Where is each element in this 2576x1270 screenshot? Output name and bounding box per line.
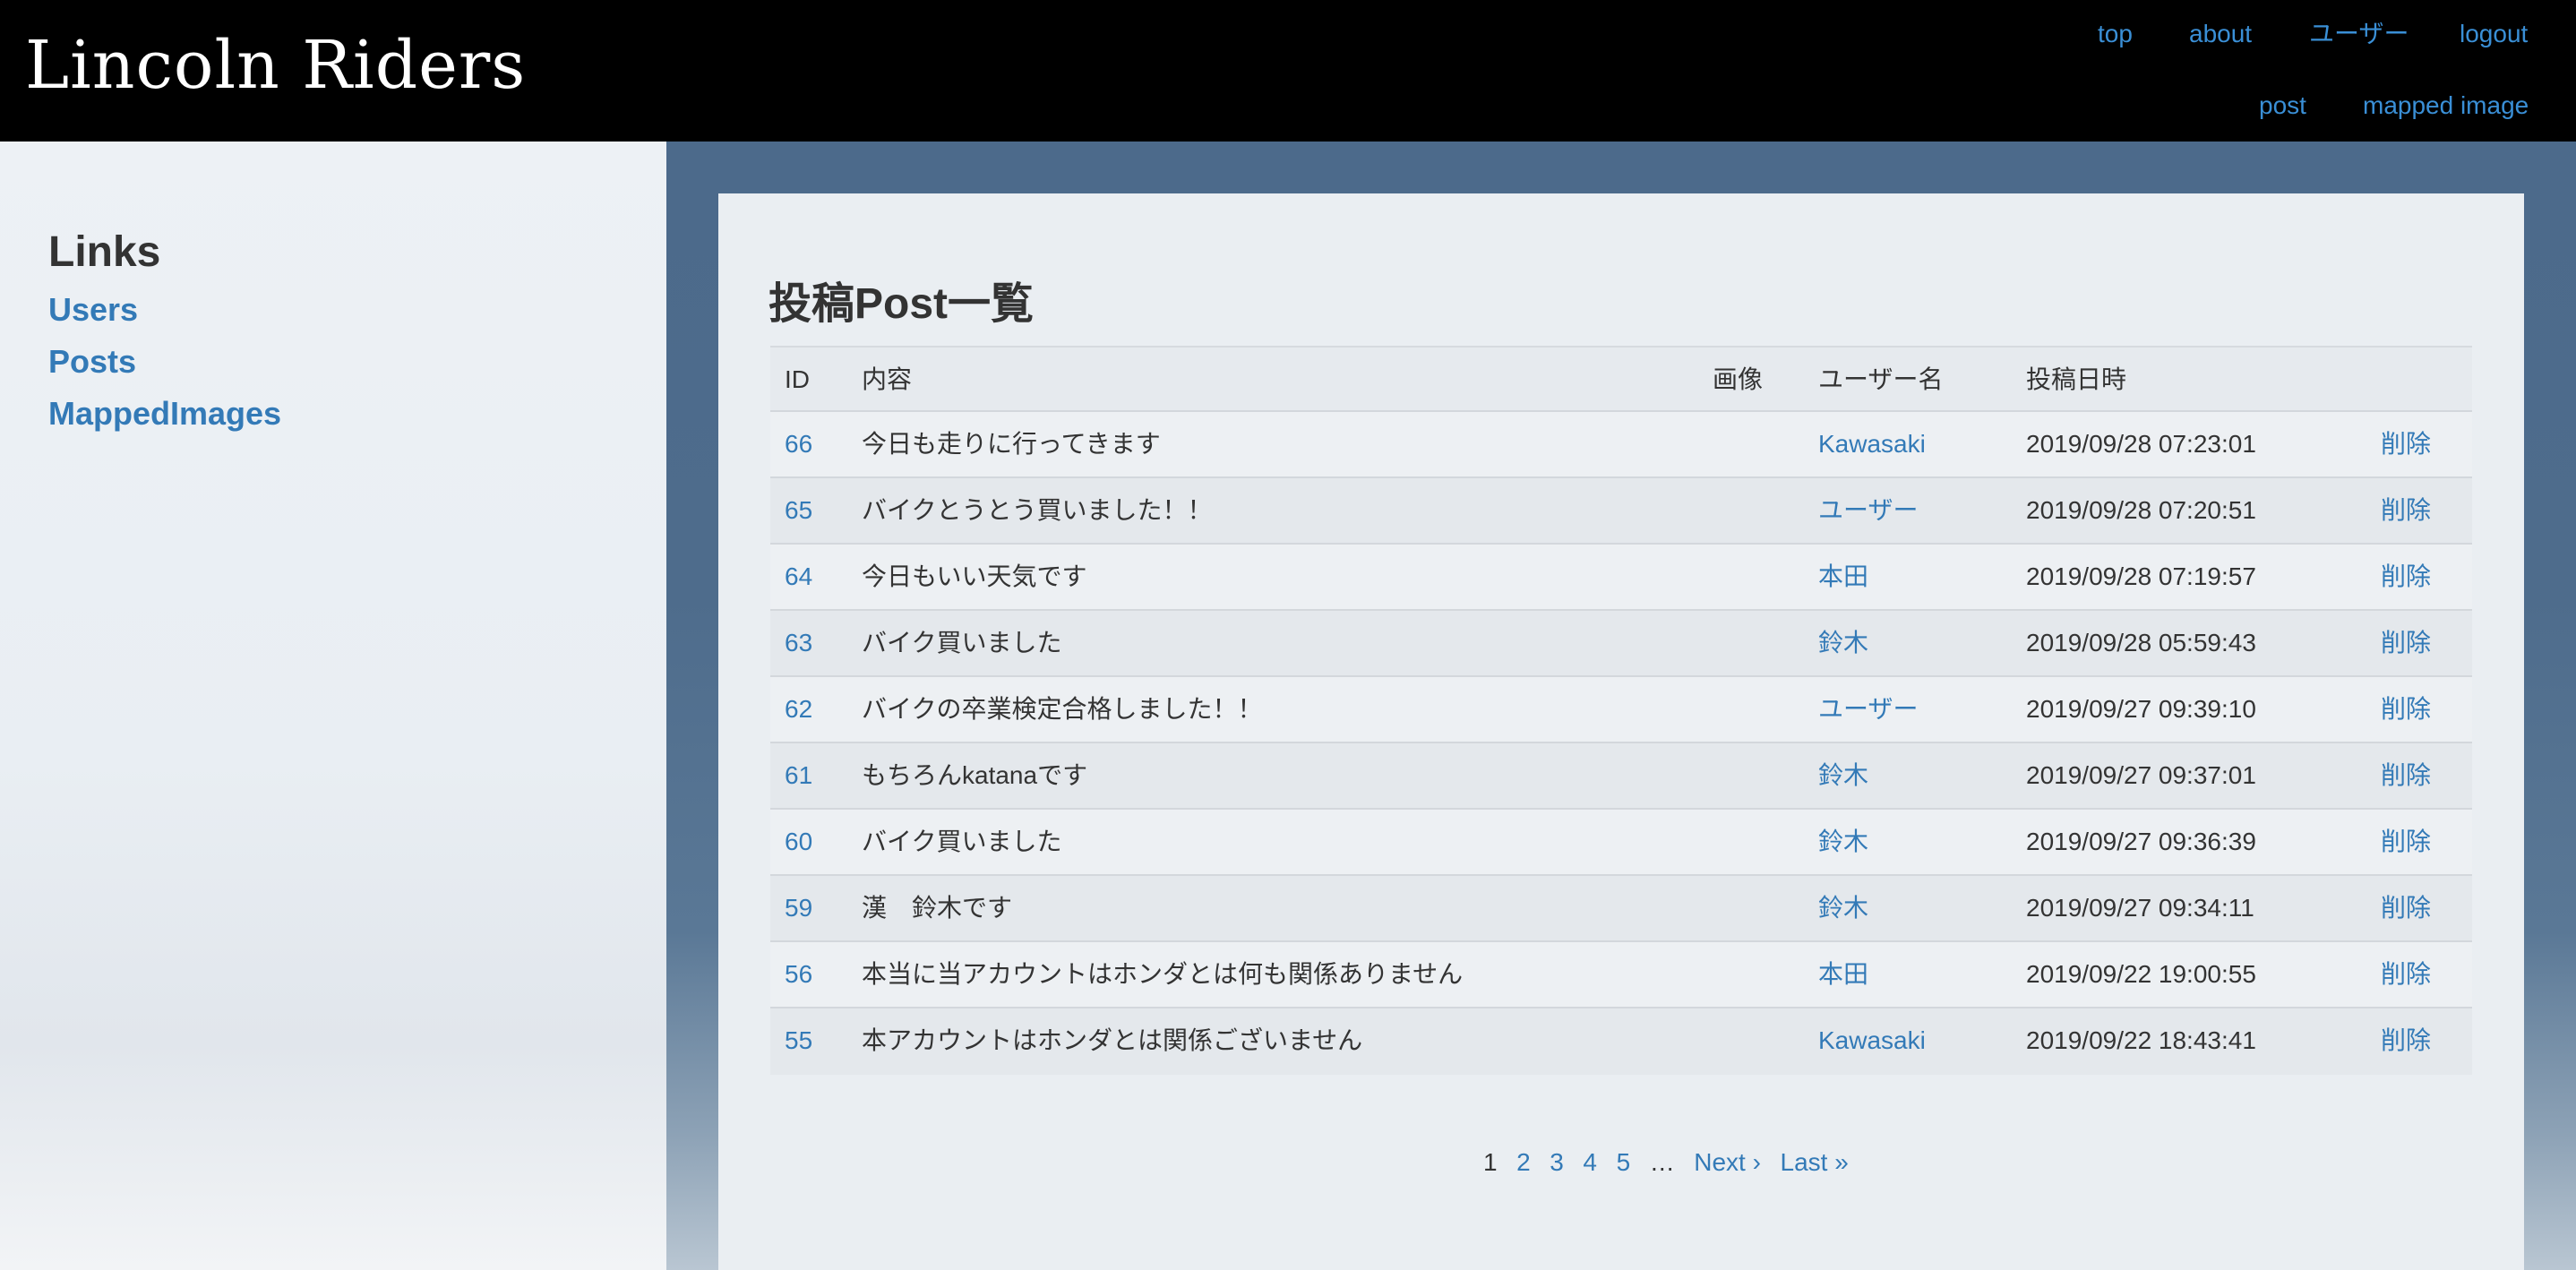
- delete-link[interactable]: 削除: [2381, 478, 2431, 543]
- nav-post-link[interactable]: post: [2259, 90, 2306, 121]
- post-content: バイクとうとう買いました！！: [862, 496, 1213, 524]
- nav-user-link[interactable]: ユーザー: [2309, 19, 2409, 49]
- page-next-link[interactable]: Next ›: [1694, 1146, 1761, 1179]
- post-date: 2019/09/22 19:00:55: [2026, 960, 2256, 988]
- post-id-link[interactable]: 64: [785, 545, 812, 609]
- post-date: 2019/09/27 09:39:10: [2026, 695, 2256, 723]
- delete-link[interactable]: 削除: [2381, 412, 2431, 476]
- post-content: 今日も走りに行ってきます: [862, 430, 1161, 458]
- post-id-link[interactable]: 61: [785, 743, 812, 808]
- post-date: 2019/09/28 07:20:51: [2026, 496, 2256, 524]
- page-link-2[interactable]: 2: [1516, 1146, 1531, 1179]
- post-content: 今日もいい天気です: [862, 562, 1087, 590]
- post-content: 本当に当アカウントはホンダとは何も関係ありません: [862, 960, 1464, 988]
- post-date: 2019/09/28 05:59:43: [2026, 629, 2256, 656]
- page-last-link[interactable]: Last »: [1781, 1146, 1849, 1179]
- post-user-link[interactable]: 本田: [1818, 942, 1868, 1007]
- delete-link[interactable]: 削除: [2381, 611, 2431, 675]
- post-date: 2019/09/28 07:23:01: [2026, 430, 2256, 458]
- post-date: 2019/09/22 18:43:41: [2026, 1026, 2256, 1054]
- delete-link[interactable]: 削除: [2381, 545, 2431, 609]
- table-row: 59 漢 鈴木です 鈴木 2019/09/27 09:34:11 削除: [770, 876, 2472, 942]
- column-header-image: 画像: [1713, 365, 1764, 393]
- post-date: 2019/09/27 09:36:39: [2026, 828, 2256, 855]
- post-date: 2019/09/27 09:34:11: [2026, 894, 2254, 922]
- table-row: 61 もちろんkatanaです 鈴木 2019/09/27 09:37:01 削除: [770, 743, 2472, 810]
- post-user-link[interactable]: 鈴木: [1818, 743, 1868, 808]
- delete-link[interactable]: 削除: [2381, 1008, 2431, 1073]
- post-user-link[interactable]: 鈴木: [1818, 876, 1868, 940]
- delete-link[interactable]: 削除: [2381, 942, 2431, 1007]
- sidebar-link-mapped-images[interactable]: MappedImages: [48, 394, 281, 433]
- top-navbar: Lincoln Riders top about ユーザー logout pos…: [0, 0, 2576, 142]
- nav-logout-link[interactable]: logout: [2460, 19, 2528, 49]
- table-row: 55 本アカウントはホンダとは関係ございません Kawasaki 2019/09/22…: [770, 1008, 2472, 1075]
- table-row: 66 今日も走りに行ってきます Kawasaki 2019/09/28 07:23:0…: [770, 412, 2472, 478]
- post-id-link[interactable]: 65: [785, 478, 812, 543]
- table-row: 64 今日もいい天気です 本田 2019/09/28 07:19:57 削除: [770, 545, 2472, 611]
- sidebar: Links Users Posts MappedImages: [0, 142, 666, 1270]
- post-content: バイク買いました: [862, 629, 1062, 656]
- post-content: バイクの卒業検定合格しました！！: [862, 695, 1263, 723]
- table-row: 62 バイクの卒業検定合格しました！！ ユーザー 2019/09/27 09:39:1…: [770, 677, 2472, 743]
- post-id-link[interactable]: 62: [785, 677, 812, 742]
- sidebar-heading: Links: [48, 228, 161, 276]
- page-link-3[interactable]: 3: [1550, 1146, 1564, 1179]
- post-user-link[interactable]: 本田: [1818, 545, 1868, 609]
- page-current: 1: [1483, 1148, 1498, 1176]
- post-date: 2019/09/27 09:37:01: [2026, 761, 2256, 789]
- page-ellipsis: …: [1649, 1148, 1675, 1176]
- nav-mapped-image-link[interactable]: mapped image: [2363, 90, 2529, 121]
- page-link-4[interactable]: 4: [1583, 1146, 1597, 1179]
- nav-top-link[interactable]: top: [2098, 19, 2133, 49]
- post-id-link[interactable]: 63: [785, 611, 812, 675]
- column-header-content: 内容: [862, 365, 913, 393]
- sidebar-link-users[interactable]: Users: [48, 290, 138, 330]
- sidebar-link-posts[interactable]: Posts: [48, 342, 136, 382]
- column-header-username: ユーザー名: [1818, 365, 1944, 393]
- post-content: 本アカウントはホンダとは関係ございません: [862, 1026, 1363, 1054]
- post-id-link[interactable]: 56: [785, 942, 812, 1007]
- post-content: 漢 鈴木です: [862, 894, 1013, 922]
- post-date: 2019/09/28 07:19:57: [2026, 562, 2256, 590]
- post-user-link[interactable]: 鈴木: [1818, 611, 1868, 675]
- post-id-link[interactable]: 55: [785, 1008, 812, 1073]
- post-id-link[interactable]: 66: [785, 412, 812, 476]
- table-row: 65 バイクとうとう買いました！！ ユーザー 2019/09/28 07:20:51 削…: [770, 478, 2472, 545]
- site-brand[interactable]: Lincoln Riders: [25, 25, 526, 106]
- post-id-link[interactable]: 60: [785, 810, 812, 874]
- column-header-posted-at: 投稿日時: [2026, 365, 2127, 393]
- post-user-link[interactable]: Kawasaki: [1818, 412, 1926, 476]
- post-id-link[interactable]: 59: [785, 876, 812, 940]
- column-header-id: ID: [785, 365, 810, 393]
- page-link-5[interactable]: 5: [1617, 1146, 1631, 1179]
- table-row: 63 バイク買いました 鈴木 2019/09/28 05:59:43 削除: [770, 611, 2472, 677]
- post-user-link[interactable]: Kawasaki: [1818, 1008, 1926, 1073]
- nav-about-link[interactable]: about: [2189, 19, 2252, 49]
- table-header: ID 内容 画像 ユーザー名 投稿日時: [770, 346, 2472, 412]
- delete-link[interactable]: 削除: [2381, 677, 2431, 742]
- post-content: バイク買いました: [862, 828, 1062, 855]
- page-title: 投稿Post一覧: [769, 280, 1035, 328]
- table-row: 56 本当に当アカウントはホンダとは何も関係ありません 本田 2019/09/22 1…: [770, 942, 2472, 1008]
- post-content: もちろんkatanaです: [862, 761, 1088, 789]
- pagination: 1 2 3 4 5 … Next › Last »: [1483, 1146, 1849, 1179]
- delete-link[interactable]: 削除: [2381, 876, 2431, 940]
- post-user-link[interactable]: ユーザー: [1818, 478, 1918, 543]
- delete-link[interactable]: 削除: [2381, 810, 2431, 874]
- post-user-link[interactable]: ユーザー: [1818, 677, 1918, 742]
- post-user-link[interactable]: 鈴木: [1818, 810, 1868, 874]
- table-row: 60 バイク買いました 鈴木 2019/09/27 09:36:39 削除: [770, 810, 2472, 876]
- delete-link[interactable]: 削除: [2381, 743, 2431, 808]
